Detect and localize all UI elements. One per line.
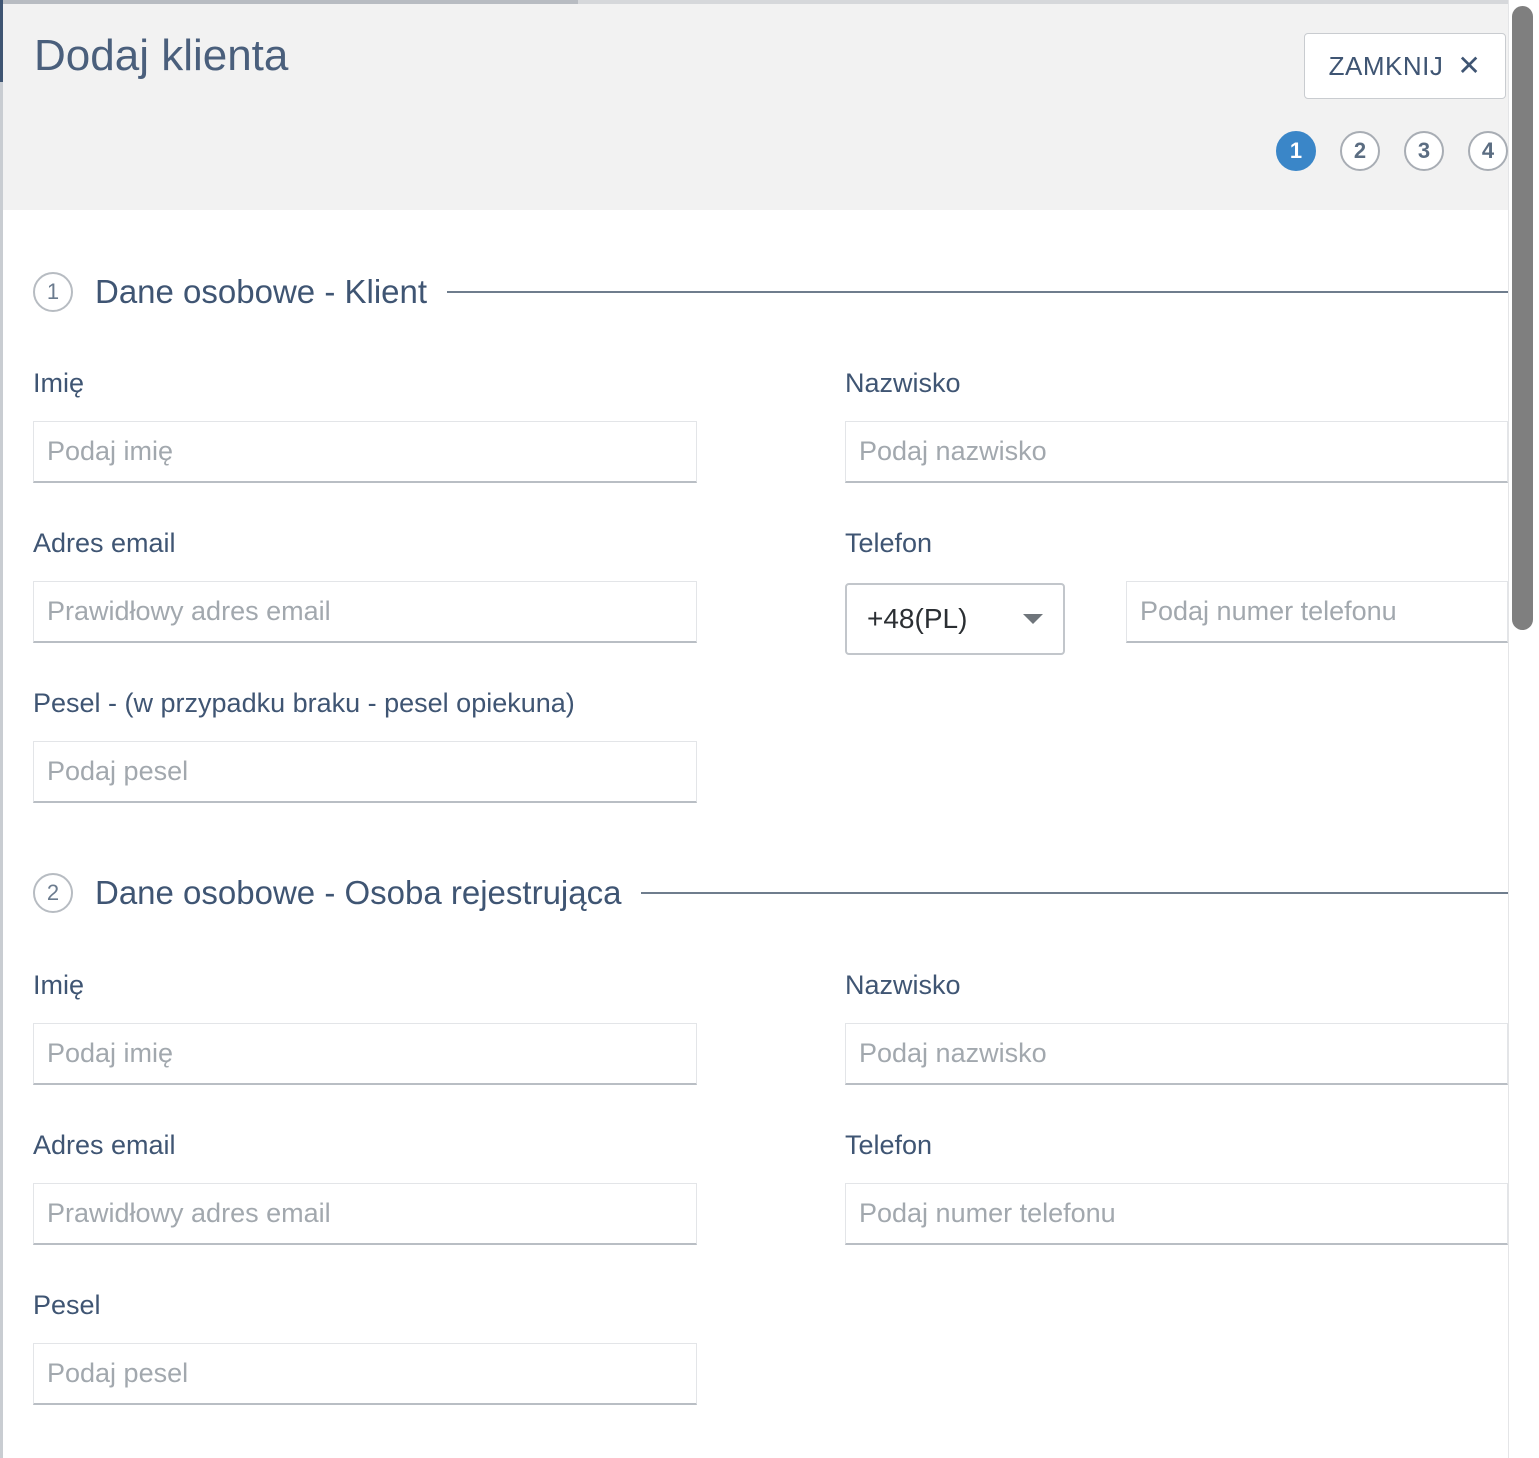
- close-button[interactable]: ZAMKNIJ ✕: [1304, 33, 1506, 99]
- first-name-label: Imię: [33, 368, 85, 398]
- modal-header: Dodaj klienta ZAMKNIJ ✕ 1 2 3 4: [3, 4, 1508, 210]
- email-label: Adres email: [33, 528, 176, 558]
- add-client-modal: Dodaj klienta ZAMKNIJ ✕ 1 2 3 4 1 Dane o…: [0, 0, 1539, 1458]
- registrant-phone-input[interactable]: [845, 1183, 1508, 1245]
- country-code-value: +48(PL): [867, 603, 968, 634]
- section-number: 2: [33, 873, 73, 913]
- registrant-first-name-input[interactable]: [33, 1023, 697, 1085]
- section-number: 1: [33, 272, 73, 312]
- section-divider: [447, 291, 1508, 293]
- step-1[interactable]: 1: [1276, 131, 1316, 171]
- caret-down-icon: [1023, 614, 1043, 624]
- pesel-label: Pesel - (w przypadku braku - pesel opiek…: [33, 688, 575, 718]
- phone-label: Telefon: [845, 528, 933, 558]
- registrant-phone-label: Telefon: [845, 1130, 933, 1160]
- step-3[interactable]: 3: [1404, 131, 1444, 171]
- email-input[interactable]: [33, 581, 697, 643]
- registrant-last-name-input[interactable]: [845, 1023, 1508, 1085]
- close-icon: ✕: [1457, 50, 1482, 81]
- step-2[interactable]: 2: [1340, 131, 1380, 171]
- section-title: Dane osobowe - Osoba rejestrująca: [95, 874, 622, 911]
- pesel-input[interactable]: [33, 741, 697, 803]
- registrant-pesel-input[interactable]: [33, 1343, 697, 1405]
- registrant-first-name-label: Imię: [33, 970, 85, 1000]
- first-name-input[interactable]: [33, 421, 697, 483]
- last-name-input[interactable]: [845, 421, 1508, 483]
- registrant-last-name-label: Nazwisko: [845, 970, 961, 1000]
- left-border: [0, 0, 3, 1458]
- country-code-select[interactable]: +48(PL): [845, 583, 1065, 655]
- page-title: Dodaj klienta: [34, 31, 289, 80]
- last-name-label: Nazwisko: [845, 368, 961, 398]
- section-header-registrant: 2 Dane osobowe - Osoba rejestrująca: [33, 872, 1508, 914]
- registrant-email-input[interactable]: [33, 1183, 697, 1245]
- phone-input[interactable]: [1126, 581, 1508, 643]
- section-header-client: 1 Dane osobowe - Klient: [33, 271, 1508, 313]
- registrant-pesel-label: Pesel: [33, 1290, 101, 1320]
- registrant-email-label: Adres email: [33, 1130, 176, 1160]
- section-title: Dane osobowe - Klient: [95, 273, 428, 310]
- section-divider: [641, 892, 1508, 894]
- top-border-highlight: [3, 0, 578, 4]
- scrollbar-thumb[interactable]: [1512, 6, 1533, 630]
- step-4[interactable]: 4: [1468, 131, 1508, 171]
- step-indicator: 1 2 3 4: [1276, 131, 1516, 173]
- close-button-label: ZAMKNIJ: [1328, 50, 1444, 81]
